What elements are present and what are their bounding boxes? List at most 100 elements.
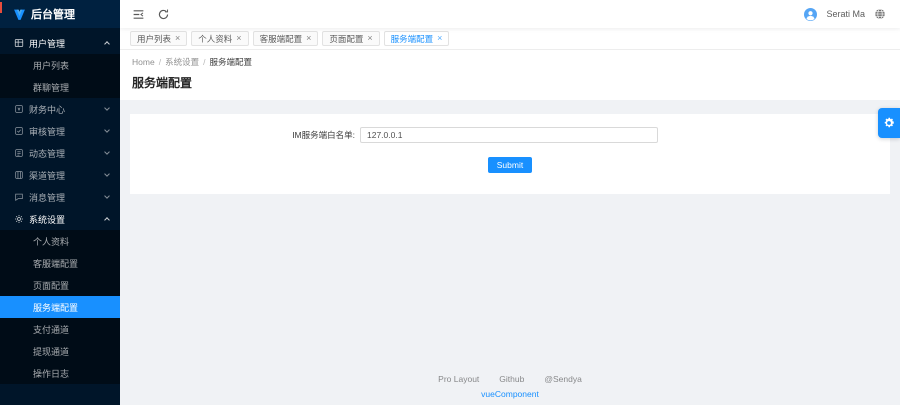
channel-icon xyxy=(14,170,24,180)
sidebar-subitem-user-list[interactable]: 用户列表 xyxy=(0,54,120,76)
breadcrumb-separator: / xyxy=(203,57,205,67)
whitelist-input[interactable] xyxy=(360,127,658,143)
avatar[interactable] xyxy=(804,8,817,21)
sidebar-item-label: 审核管理 xyxy=(29,125,65,138)
tab-label: 服务端配置 xyxy=(391,33,434,45)
chevron-down-icon xyxy=(104,127,110,133)
tab-bar: 用户列表×个人资料×客服端配置×页面配置×服务端配置× xyxy=(120,28,900,50)
audit-icon xyxy=(14,126,24,136)
sidebar-item-system-settings[interactable]: 系统设置 xyxy=(0,208,120,230)
sidebar-subitem-payment-channel[interactable]: 支付通道 xyxy=(0,318,120,340)
sidebar-item-label: 客服端配置 xyxy=(33,257,78,270)
app-logo[interactable]: 后台管理 xyxy=(0,0,120,28)
tab-server-config[interactable]: 服务端配置× xyxy=(384,31,450,46)
chevron-down-icon xyxy=(104,149,110,155)
form-actions: Submit xyxy=(130,157,890,173)
sidebar-subitem-customer-service-config[interactable]: 客服端配置 xyxy=(0,252,120,274)
close-icon[interactable]: × xyxy=(437,34,442,43)
page-title: 服务端配置 xyxy=(132,74,888,91)
sidebar-item-audit-management[interactable]: 审核管理 xyxy=(0,120,120,142)
language-globe-icon[interactable] xyxy=(874,8,886,20)
sidebar-item-label: 支付通道 xyxy=(33,323,69,336)
close-icon[interactable]: × xyxy=(367,34,372,43)
sidebar-item-channel-management[interactable]: 渠道管理 xyxy=(0,164,120,186)
sidebar-item-finance-center[interactable]: 财务中心 xyxy=(0,98,120,120)
tab-personal-profile[interactable]: 个人资料 × xyxy=(191,31,248,46)
sidebar-subitem-personal-profile[interactable]: 个人资料 xyxy=(0,230,120,252)
app-title: 后台管理 xyxy=(31,6,75,22)
gear-icon xyxy=(883,117,895,129)
theme-settings-handle[interactable] xyxy=(878,108,900,138)
sidebar-subitem-server-config[interactable]: 服务端配置 xyxy=(0,296,120,318)
sidebar: 后台管理 用户管理用户列表群聊管理财务中心审核管理动态管理渠道管理消息管理系统设… xyxy=(0,0,120,405)
sidebar-item-label: 用户管理 xyxy=(29,37,65,50)
breadcrumb-item: 服务端配置 xyxy=(209,56,252,68)
sidebar-item-label: 消息管理 xyxy=(29,191,65,204)
sidebar-item-user-management[interactable]: 用户管理 xyxy=(0,32,120,54)
page-footer: Pro Layout Github @Sendya vueComponent xyxy=(120,374,900,399)
sidebar-item-label: 用户列表 xyxy=(33,59,69,72)
sidebar-item-label: 系统设置 xyxy=(29,213,65,226)
menu-fold-icon[interactable] xyxy=(132,8,145,21)
breadcrumb-item[interactable]: Home xyxy=(132,57,155,67)
close-icon[interactable]: × xyxy=(175,34,180,43)
close-icon[interactable]: × xyxy=(306,34,311,43)
sidebar-item-label: 动态管理 xyxy=(29,147,65,160)
whitelist-form-row: IM服务端白名单: xyxy=(130,127,890,143)
tab-label: 用户列表 xyxy=(137,33,171,45)
activity-icon xyxy=(14,148,24,158)
reload-icon[interactable] xyxy=(157,8,170,21)
footer-link[interactable]: Pro Layout xyxy=(438,374,479,384)
sidebar-subitem-page-config[interactable]: 页面配置 xyxy=(0,274,120,296)
footer-link[interactable]: @Sendya xyxy=(544,374,581,384)
chevron-down-icon xyxy=(104,193,110,199)
content-area: IM服务端白名单: Submit Pro Layout Github @Sendya… xyxy=(120,100,900,405)
tab-user-list[interactable]: 用户列表 × xyxy=(130,31,187,46)
chevron-down-icon xyxy=(104,105,110,111)
chevron-up-icon xyxy=(104,217,110,223)
admin-app: 后台管理 用户管理用户列表群聊管理财务中心审核管理动态管理渠道管理消息管理系统设… xyxy=(0,0,900,405)
finance-icon xyxy=(14,104,24,114)
footer-links: Pro Layout Github @Sendya xyxy=(120,374,900,384)
main-area: Serati Ma 用户列表×个人资料×客服端配置×页面配置×服务端配置× Ho… xyxy=(120,0,900,405)
shield-v-icon xyxy=(13,8,26,21)
page-header: Home / 系统设置 / 服务端配置 服务端配置 xyxy=(120,50,900,100)
sidebar-subitem-operation-log[interactable]: 操作日志 xyxy=(0,362,120,384)
sidebar-item-label: 提现通道 xyxy=(33,345,69,358)
user-name[interactable]: Serati Ma xyxy=(826,9,865,19)
settings-icon xyxy=(14,214,24,224)
tab-label: 页面配置 xyxy=(329,33,363,45)
sidebar-subitem-group-chat-management[interactable]: 群聊管理 xyxy=(0,76,120,98)
sidebar-item-activity-management[interactable]: 动态管理 xyxy=(0,142,120,164)
tab-customer-service-config[interactable]: 客服端配置× xyxy=(253,31,319,46)
sidebar-item-label: 页面配置 xyxy=(33,279,69,292)
chevron-up-icon xyxy=(104,41,110,47)
sidebar-item-label: 渠道管理 xyxy=(29,169,65,182)
sidebar-menu: 用户管理用户列表群聊管理财务中心审核管理动态管理渠道管理消息管理系统设置个人资料… xyxy=(0,28,120,384)
table-icon xyxy=(14,38,24,48)
sidebar-item-label: 群聊管理 xyxy=(33,81,69,94)
sidebar-item-label: 服务端配置 xyxy=(33,301,78,314)
breadcrumb-separator: / xyxy=(159,57,161,67)
close-icon[interactable]: × xyxy=(236,34,241,43)
footer-link[interactable]: Github xyxy=(499,374,524,384)
breadcrumb-item[interactable]: 系统设置 xyxy=(165,56,199,68)
whitelist-label: IM服务端白名单: xyxy=(130,129,355,141)
submit-button[interactable]: Submit xyxy=(488,157,532,173)
sidebar-item-message-management[interactable]: 消息管理 xyxy=(0,186,120,208)
screen-edge-artifact xyxy=(0,2,2,13)
footer-copyright-link[interactable]: vueComponent xyxy=(120,389,900,399)
sidebar-item-label: 操作日志 xyxy=(33,367,69,380)
topbar-right: Serati Ma xyxy=(804,8,886,21)
topbar: Serati Ma xyxy=(120,0,900,28)
chevron-down-icon xyxy=(104,171,110,177)
breadcrumb: Home / 系统设置 / 服务端配置 xyxy=(132,56,888,68)
sidebar-subitem-withdrawal-channel[interactable]: 提现通道 xyxy=(0,340,120,362)
tab-label: 客服端配置 xyxy=(260,33,303,45)
sidebar-item-label: 个人资料 xyxy=(33,235,69,248)
server-config-card: IM服务端白名单: Submit xyxy=(130,114,890,194)
tab-label: 个人资料 xyxy=(198,33,232,45)
message-icon xyxy=(14,192,24,202)
sidebar-item-label: 财务中心 xyxy=(29,103,65,116)
tab-page-config[interactable]: 页面配置 × xyxy=(322,31,379,46)
